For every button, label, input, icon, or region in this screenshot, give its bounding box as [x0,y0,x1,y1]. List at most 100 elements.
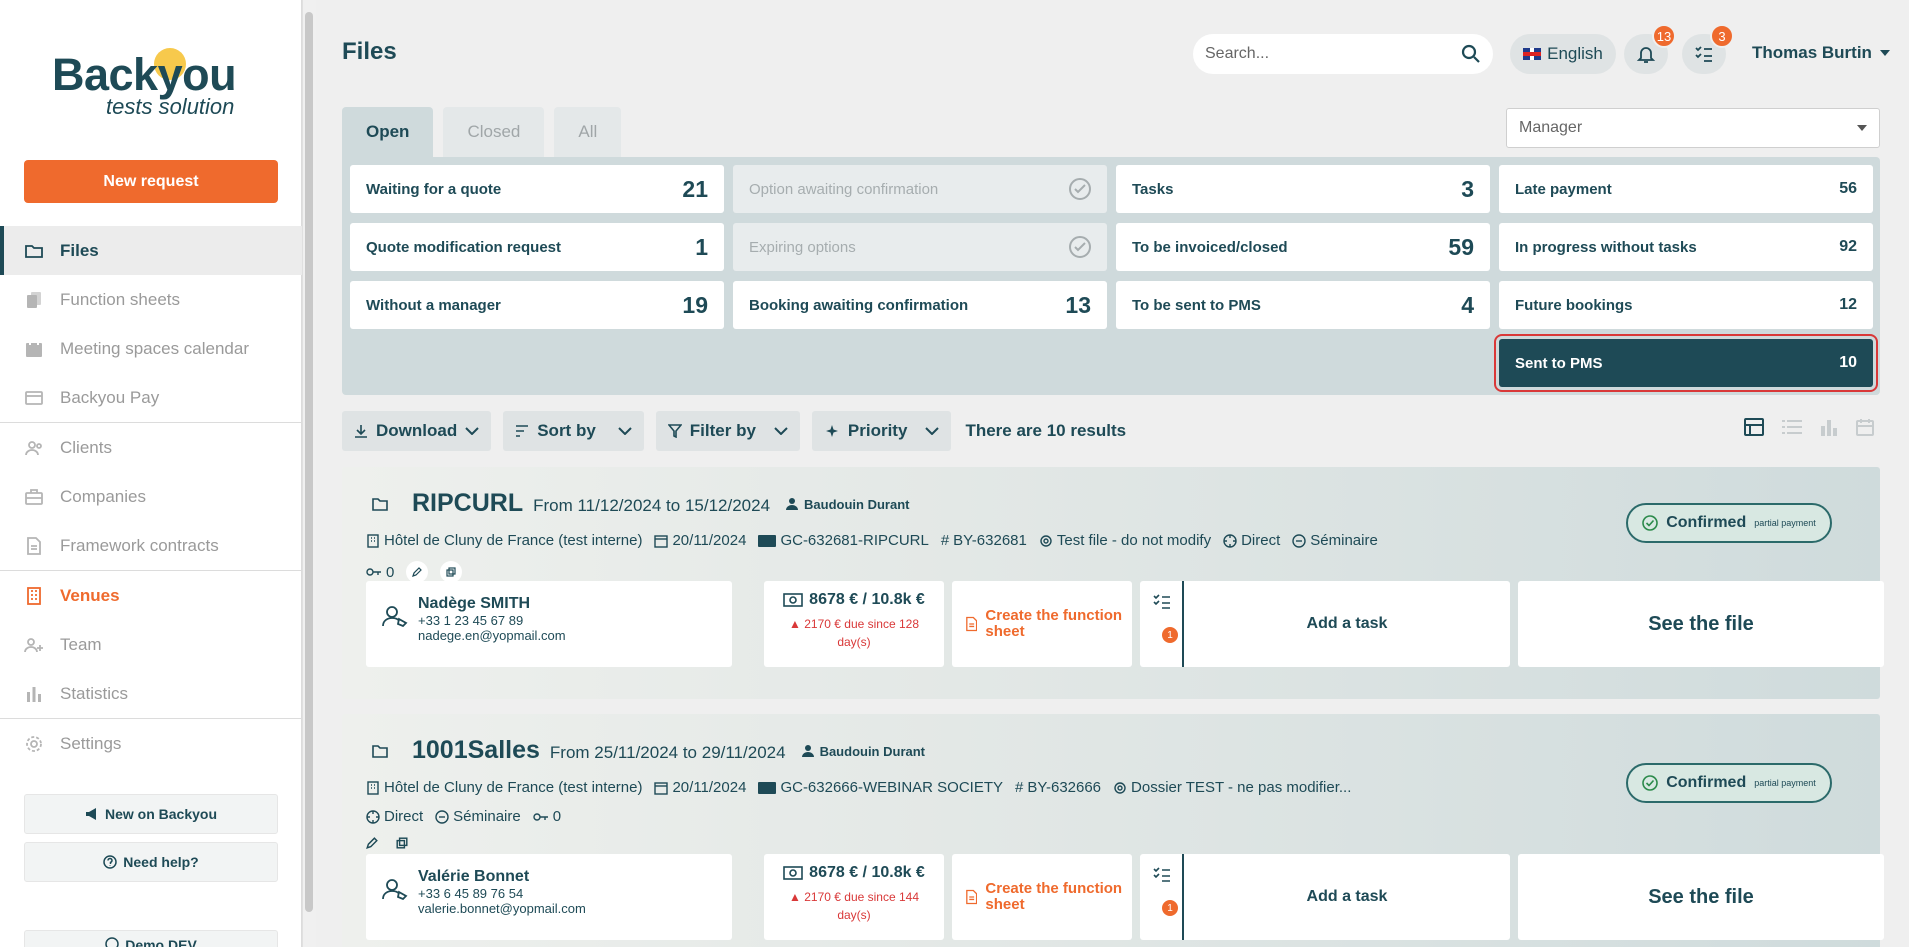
tab-closed[interactable]: Closed [443,107,545,157]
search-icon[interactable] [1461,44,1481,64]
tasks-indicator[interactable]: 1 [1140,581,1184,667]
tab-open[interactable]: Open [342,107,434,157]
card-tasks[interactable]: Tasks 3 [1116,165,1490,213]
edit-button[interactable] [406,561,429,583]
meta-channel: Direct [1223,532,1280,549]
checklist-icon [1153,594,1170,609]
sidebar-item-team[interactable]: Team [0,620,302,669]
card-booking-awaiting-confirmation[interactable]: Booking awaiting confirmation 13 [733,281,1107,329]
duplicate-button[interactable] [440,561,463,583]
manager-select[interactable]: Manager [1506,108,1880,148]
card-to-be-invoiced-closed[interactable]: To be invoiced/closed 59 [1116,223,1490,271]
card-future-bookings[interactable]: Future bookings 12 [1499,281,1873,329]
sidebar-item-label: Team [60,634,102,654]
card-in-progress-without-tasks[interactable]: In progress without tasks 92 [1499,223,1873,271]
sidebar-item-meeting-spaces-calendar[interactable]: Meeting spaces calendar [0,324,302,373]
file-name[interactable]: 1001Salles [412,736,540,765]
meta-test: Dossier TEST - ne pas modifier... [1113,779,1351,796]
copy-icon [446,567,456,577]
sidebar-item-clients[interactable]: Clients [0,423,302,472]
target-icon [366,809,380,824]
search-input[interactable] [1205,45,1461,63]
user-icon [382,879,408,900]
create-function-sheet-button[interactable]: Create the function sheet [952,854,1132,940]
tasks-indicator[interactable]: 1 [1140,854,1184,940]
card-count: 4 [1461,291,1474,318]
create-function-sheet-button[interactable]: Create the function sheet [952,581,1132,667]
filter-by-button[interactable]: Filter by [655,411,800,451]
contact-name: Valérie Bonnet [418,868,530,885]
demo-dev-button[interactable]: Demo DEV [24,930,278,947]
sort-by-button[interactable]: Sort by [503,411,644,451]
see-file-button[interactable]: See the file [1518,854,1884,940]
sidebar-item-backyou-pay[interactable]: Backyou Pay [0,373,302,422]
need-help-button[interactable]: Need help? [24,842,278,882]
card-option-awaiting-confirmation[interactable]: Option awaiting confirmation [733,165,1107,213]
card-expiring-options[interactable]: Expiring options [733,223,1107,271]
card-quote-modification-request[interactable]: Quote modification request 1 [350,223,724,271]
language-selector[interactable]: English [1510,34,1616,74]
sidebar-item-companies[interactable]: Companies [0,472,302,521]
card-without-manager[interactable]: Without a manager 19 [350,281,724,329]
bar-chart-icon [27,686,41,702]
meta-date: 20/11/2024 [654,779,746,796]
priority-button[interactable]: Priority [811,411,952,451]
tab-all[interactable]: All [554,107,622,157]
warning-icon: ▲ [789,617,801,631]
contact-phone[interactable]: +33 6 45 89 76 54 [418,886,716,901]
search-box[interactable] [1193,34,1493,74]
create-function-sheet-label: Create the function sheet [985,607,1123,640]
chart-view-icon[interactable] [1820,418,1838,436]
payment-due-text: 2170 € due since 144 day(s) [804,890,919,922]
user-menu[interactable]: Thomas Burtin [1752,43,1890,63]
users-icon [25,440,42,455]
list-view-icon[interactable] [1782,418,1802,436]
download-button[interactable]: Download [342,411,492,451]
contact-email[interactable]: valerie.bonnet@yopmail.com [418,901,716,916]
card-view-icon[interactable] [1744,418,1764,436]
sidebar-item-label: Clients [60,437,112,457]
copy-icon[interactable] [396,837,408,849]
contact-phone[interactable]: +33 1 23 45 67 89 [418,613,716,628]
file-name[interactable]: RIPCURL [412,489,523,518]
new-request-button[interactable]: New request [24,160,278,203]
ticket-icon [758,781,777,794]
card-waiting-for-quote[interactable]: Waiting for a quote 21 [350,165,724,213]
meta-gc-text: GC-632681-RIPCURL [780,532,929,549]
sort-icon [516,425,529,437]
sidebar-item-statistics[interactable]: Statistics [0,669,302,718]
sidebar-item-framework-contracts[interactable]: Framework contracts [0,521,302,570]
user-tie-icon [786,498,799,510]
payment-box[interactable]: 8678 € / 10.8k € ▲ 2170 € due since 128 … [764,581,944,667]
add-task-button[interactable]: Add a task [1184,581,1510,667]
sidebar-item-files[interactable]: Files [0,226,302,275]
new-on-backyou-button[interactable]: New on Backyou [24,794,278,834]
chevron-down-icon [774,427,788,435]
add-task-button[interactable]: Add a task [1184,854,1510,940]
see-file-button[interactable]: See the file [1518,581,1884,667]
sidebar-item-label: Meeting spaces calendar [60,338,250,358]
sidebar-item-settings[interactable]: Settings [0,719,302,768]
sidebar-scrollbar-thumb[interactable] [305,12,313,912]
bell-icon [1636,47,1656,63]
sidebar-item-venues[interactable]: Venues [0,571,302,620]
notifications-button[interactable]: 13 [1624,24,1676,74]
contact-email[interactable]: nadege.en@yopmail.com [418,628,716,643]
file-manager-name: Baudouin Durant [819,743,925,759]
card-late-payment[interactable]: Late payment 56 [1499,165,1873,213]
download-label: Download [376,421,458,440]
payment-box[interactable]: 8678 € / 10.8k € ▲ 2170 € due since 144 … [764,854,944,940]
documents-icon [27,291,41,308]
calendar-view-icon[interactable] [1856,418,1874,436]
card-to-be-sent-to-pms[interactable]: To be sent to PMS 4 [1116,281,1490,329]
meta-by: # BY-632666 [1015,779,1101,796]
status-label: Confirmed [1666,514,1747,531]
check-circle-icon [1642,775,1659,791]
check-circle-icon [1069,236,1091,258]
tasks-button[interactable]: 3 [1682,24,1734,74]
sidebar-item-function-sheets[interactable]: Function sheets [0,275,302,324]
backyou-logo[interactable]: Backyou tests solution [52,48,252,126]
edit-icon[interactable] [366,837,378,849]
card-sent-to-pms[interactable]: Sent to PMS 10 [1494,334,1878,392]
sidebar-item-label: Framework contracts [60,535,219,555]
